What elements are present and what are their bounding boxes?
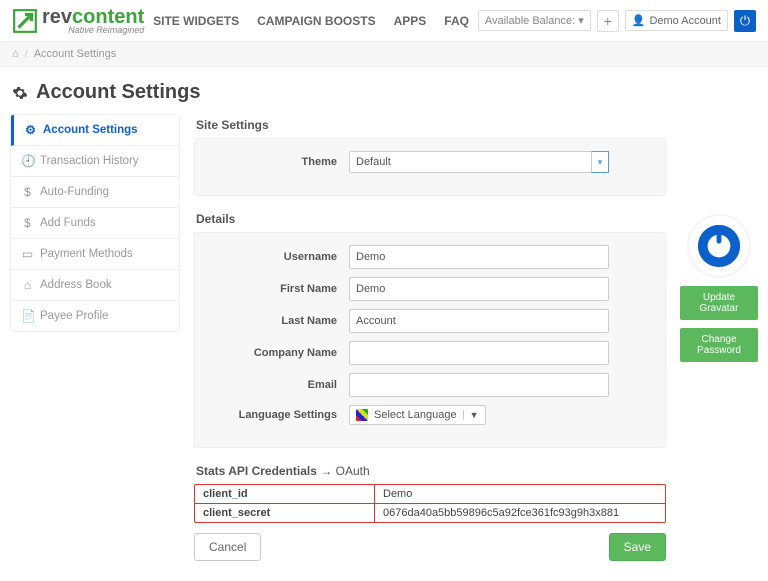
page-title: Account Settings xyxy=(36,81,200,104)
company-input[interactable] xyxy=(349,341,609,365)
dollar-icon: $ xyxy=(21,185,34,199)
sidebar-item-address-book[interactable]: ⌂ Address Book xyxy=(11,270,179,300)
sidebar-item-label: Address Book xyxy=(40,279,112,291)
sidebar-item-label: Transaction History xyxy=(40,155,139,167)
username-input[interactable] xyxy=(349,245,609,269)
first-name-input[interactable] xyxy=(349,277,609,301)
sidebar-item-account-settings[interactable]: ⚙ Account Settings xyxy=(14,115,179,145)
sidebar-item-transaction-history[interactable]: 🕘 Transaction History xyxy=(11,146,179,176)
logo-mark-icon xyxy=(12,8,38,34)
chevron-down-icon: ▼ xyxy=(463,410,479,420)
translate-icon xyxy=(356,409,368,421)
client-id-value: Demo xyxy=(375,485,665,503)
chevron-down-icon: ▾ xyxy=(578,15,584,27)
username-label: Username xyxy=(209,251,349,263)
chevron-down-icon: ▾ xyxy=(591,151,609,173)
right-column: Update Gravatar Change Password xyxy=(680,214,758,561)
oauth-client-secret-row: client_secret 0676da40a5bb59896c5a92fce3… xyxy=(195,504,665,522)
first-name-label: First Name xyxy=(209,283,349,295)
client-id-label: client_id xyxy=(195,485,375,503)
cancel-button[interactable]: Cancel xyxy=(194,533,261,561)
theme-select[interactable]: Default ▾ xyxy=(349,151,609,173)
page-title-row: Account Settings xyxy=(0,67,768,114)
balance-dropdown[interactable]: Available Balance: ▾ xyxy=(478,10,591,31)
sidebar-item-label: Account Settings xyxy=(43,124,138,136)
oauth-credentials-box: client_id Demo client_secret 0676da40a5b… xyxy=(194,484,666,523)
breadcrumb-sep: / xyxy=(25,48,28,60)
logo[interactable]: revcontent Native Reimagined xyxy=(12,6,144,35)
card-icon: ▭ xyxy=(21,247,34,261)
avatar xyxy=(687,214,751,278)
details-panel: Username First Name Last Name Company Na… xyxy=(194,232,666,448)
details-title: Details xyxy=(196,212,666,226)
email-label: Email xyxy=(209,379,349,391)
email-input[interactable] xyxy=(349,373,609,397)
nav-apps[interactable]: APPS xyxy=(394,14,427,28)
user-icon: 👤 xyxy=(632,14,646,27)
site-settings-panel: Theme Default ▾ xyxy=(194,138,666,196)
language-label: Language Settings xyxy=(209,409,349,421)
sidebar-item-label: Auto-Funding xyxy=(40,186,109,198)
last-name-input[interactable] xyxy=(349,309,609,333)
save-button[interactable]: Save xyxy=(609,533,666,561)
home-icon: ⌂ xyxy=(21,278,34,292)
footer-buttons: Cancel Save xyxy=(194,533,666,561)
oauth-title: Stats API Credentials → OAuth xyxy=(196,464,666,478)
site-settings-title: Site Settings xyxy=(196,118,666,132)
dollar-icon: $ xyxy=(21,216,34,230)
theme-value: Default xyxy=(349,151,609,173)
gravatar-icon xyxy=(693,220,745,272)
clock-icon: 🕘 xyxy=(21,154,34,168)
oauth-client-id-row: client_id Demo xyxy=(195,485,665,504)
file-icon: 📄 xyxy=(21,309,34,323)
home-icon[interactable]: ⌂ xyxy=(12,48,19,60)
top-right: Available Balance: ▾ + 👤Demo Account ⏻ xyxy=(478,10,756,32)
sidebar-item-payee-profile[interactable]: 📄 Payee Profile xyxy=(11,301,179,331)
client-secret-value: 0676da40a5bb59896c5a92fce361fc93g9h3x881 xyxy=(375,504,665,522)
add-button[interactable]: + xyxy=(597,10,619,32)
gear-icon xyxy=(12,85,28,101)
main: Site Settings Theme Default ▾ Details Us… xyxy=(194,114,666,561)
update-gravatar-button[interactable]: Update Gravatar xyxy=(680,286,758,320)
breadcrumb-current: Account Settings xyxy=(34,48,117,60)
sidebar-item-payment-methods[interactable]: ▭ Payment Methods xyxy=(11,239,179,269)
company-label: Company Name xyxy=(209,347,349,359)
sidebar-item-add-funds[interactable]: $ Add Funds xyxy=(11,208,179,238)
language-value: Select Language xyxy=(374,409,457,421)
sidebar-item-label: Payee Profile xyxy=(40,310,108,322)
nav-site-widgets[interactable]: SITE WIDGETS xyxy=(153,14,239,28)
language-select[interactable]: Select Language ▼ xyxy=(349,405,486,425)
change-password-button[interactable]: Change Password xyxy=(680,328,758,362)
nav-faq[interactable]: FAQ xyxy=(444,14,469,28)
client-secret-label: client_secret xyxy=(195,504,375,522)
top-bar: revcontent Native Reimagined SITE WIDGET… xyxy=(0,0,768,42)
theme-label: Theme xyxy=(209,156,349,168)
sidebar-item-auto-funding[interactable]: $ Auto-Funding xyxy=(11,177,179,207)
sidebar-item-label: Payment Methods xyxy=(40,248,133,260)
sidebar-item-label: Add Funds xyxy=(40,217,96,229)
nav-campaign-boosts[interactable]: CAMPAIGN BOOSTS xyxy=(257,14,375,28)
last-name-label: Last Name xyxy=(209,315,349,327)
account-menu[interactable]: 👤Demo Account xyxy=(625,10,728,31)
top-nav: SITE WIDGETS CAMPAIGN BOOSTS APPS FAQ xyxy=(153,14,469,28)
breadcrumb: ⌂ / Account Settings xyxy=(0,42,768,67)
gear-icon: ⚙ xyxy=(24,123,37,137)
power-button[interactable]: ⏻ xyxy=(734,10,756,32)
sidebar: ⚙ Account Settings 🕘 Transaction History $… xyxy=(10,114,180,561)
